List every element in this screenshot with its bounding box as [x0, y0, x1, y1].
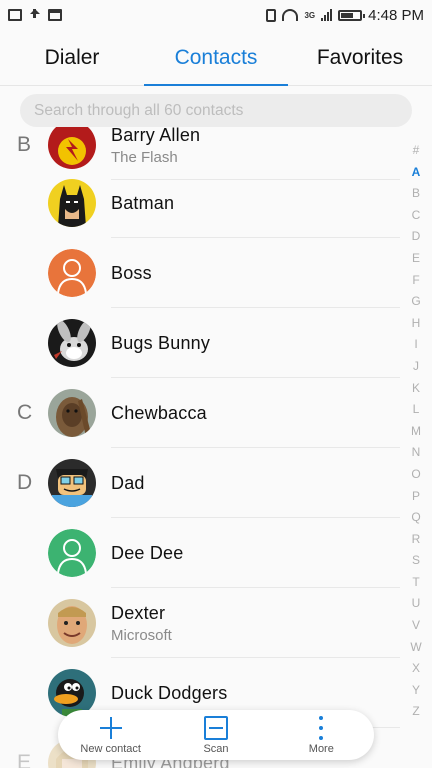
index-letter[interactable]: M	[411, 421, 421, 443]
list-item[interactable]: Boss	[0, 238, 400, 308]
index-letter[interactable]: V	[412, 615, 420, 637]
index-letter[interactable]: H	[412, 313, 421, 335]
list-item[interactable]: Dexter Microsoft	[0, 588, 400, 658]
index-letter[interactable]: I	[414, 334, 417, 356]
section-letter: D	[17, 471, 33, 494]
gmail-icon	[8, 9, 22, 21]
more-button[interactable]: More	[269, 710, 374, 760]
status-bar: 3G 4:48 PM	[0, 0, 432, 30]
contact-name: Boss	[111, 262, 152, 283]
upload-icon	[28, 9, 42, 21]
index-letter[interactable]: G	[411, 291, 420, 313]
contact-name: Dee Dee	[111, 542, 184, 563]
dexter-avatar	[48, 599, 96, 647]
list-item[interactable]: Bugs Bunny	[0, 308, 400, 378]
placeholder-avatar-orange	[48, 249, 96, 297]
index-letter[interactable]: T	[412, 572, 419, 594]
contact-name: Chewbacca	[111, 402, 207, 423]
section-letter: C	[17, 401, 33, 424]
index-letter[interactable]: J	[413, 356, 419, 378]
contact-name: Barry Allen	[111, 124, 201, 145]
chewbacca-avatar	[48, 389, 96, 437]
more-vert-icon	[309, 715, 333, 740]
index-letter[interactable]: F	[412, 270, 419, 292]
vibrate-icon	[266, 8, 277, 22]
list-item[interactable]: C Chewbacca	[0, 378, 400, 448]
alphabet-index[interactable]: # A B C D E F G H I J K L M N O P Q R S T U V W X Y Z	[406, 140, 426, 723]
index-letter[interactable]: Y	[412, 680, 420, 702]
tab-favorites[interactable]: Favorites	[288, 30, 432, 85]
index-letter[interactable]: S	[412, 550, 420, 572]
network-type-label: 3G	[304, 10, 316, 20]
section-letter: B	[17, 133, 32, 156]
more-label: More	[308, 742, 334, 755]
section-letter: E	[17, 751, 32, 768]
dad-avatar	[48, 459, 96, 507]
placeholder-avatar-green	[48, 529, 96, 577]
list-item[interactable]: Batman	[0, 168, 400, 238]
scan-button[interactable]: Scan	[163, 710, 268, 760]
tab-bar: Dialer Contacts Favorites	[0, 30, 432, 86]
index-letter[interactable]: W	[410, 637, 421, 659]
scan-icon	[203, 715, 228, 740]
contact-name: Batman	[111, 192, 175, 213]
wifi-icon	[282, 9, 299, 21]
new-contact-label: New contact	[80, 742, 141, 755]
index-letter[interactable]: E	[412, 248, 420, 270]
contact-name: Dad	[111, 472, 145, 493]
index-letter[interactable]: U	[412, 593, 421, 615]
tab-dialer[interactable]: Dialer	[0, 30, 144, 85]
index-letter[interactable]: Q	[411, 507, 420, 529]
index-letter[interactable]: P	[412, 486, 420, 508]
contact-subtitle: The Flash	[111, 148, 178, 166]
index-letter[interactable]: D	[412, 226, 421, 248]
bugs-bunny-avatar	[48, 319, 96, 367]
list-item[interactable]: Dee Dee	[0, 518, 400, 588]
batman-avatar	[48, 179, 96, 227]
battery-icon	[338, 9, 366, 21]
contact-name: Bugs Bunny	[111, 332, 211, 353]
contact-name: Dexter	[111, 602, 166, 623]
bottom-action-bar: New contact Scan More	[58, 710, 374, 760]
index-letter[interactable]: B	[412, 183, 420, 205]
index-letter[interactable]: X	[412, 658, 420, 680]
index-letter[interactable]: #	[413, 140, 420, 162]
contact-name: Duck Dodgers	[111, 682, 228, 703]
notification-icon	[48, 9, 62, 21]
index-letter[interactable]: O	[411, 464, 420, 486]
search-input[interactable]: Search through all 60 contacts	[20, 94, 412, 127]
tab-contacts[interactable]: Contacts	[144, 30, 288, 86]
index-letter[interactable]: N	[412, 442, 421, 464]
index-letter[interactable]: K	[412, 378, 420, 400]
index-letter[interactable]: R	[412, 529, 421, 551]
index-letter[interactable]: A	[412, 162, 421, 184]
index-letter[interactable]: Z	[412, 701, 419, 723]
index-letter[interactable]: L	[413, 399, 420, 421]
list-item[interactable]: D Dad	[0, 448, 400, 518]
plus-icon	[99, 716, 123, 740]
status-time: 4:48 PM	[368, 6, 424, 24]
index-letter[interactable]: C	[412, 205, 421, 227]
flash-avatar	[48, 121, 96, 169]
signal-icon	[321, 9, 333, 21]
contact-subtitle: Microsoft	[111, 626, 172, 644]
new-contact-button[interactable]: New contact	[58, 710, 163, 760]
scan-label: Scan	[203, 742, 229, 755]
